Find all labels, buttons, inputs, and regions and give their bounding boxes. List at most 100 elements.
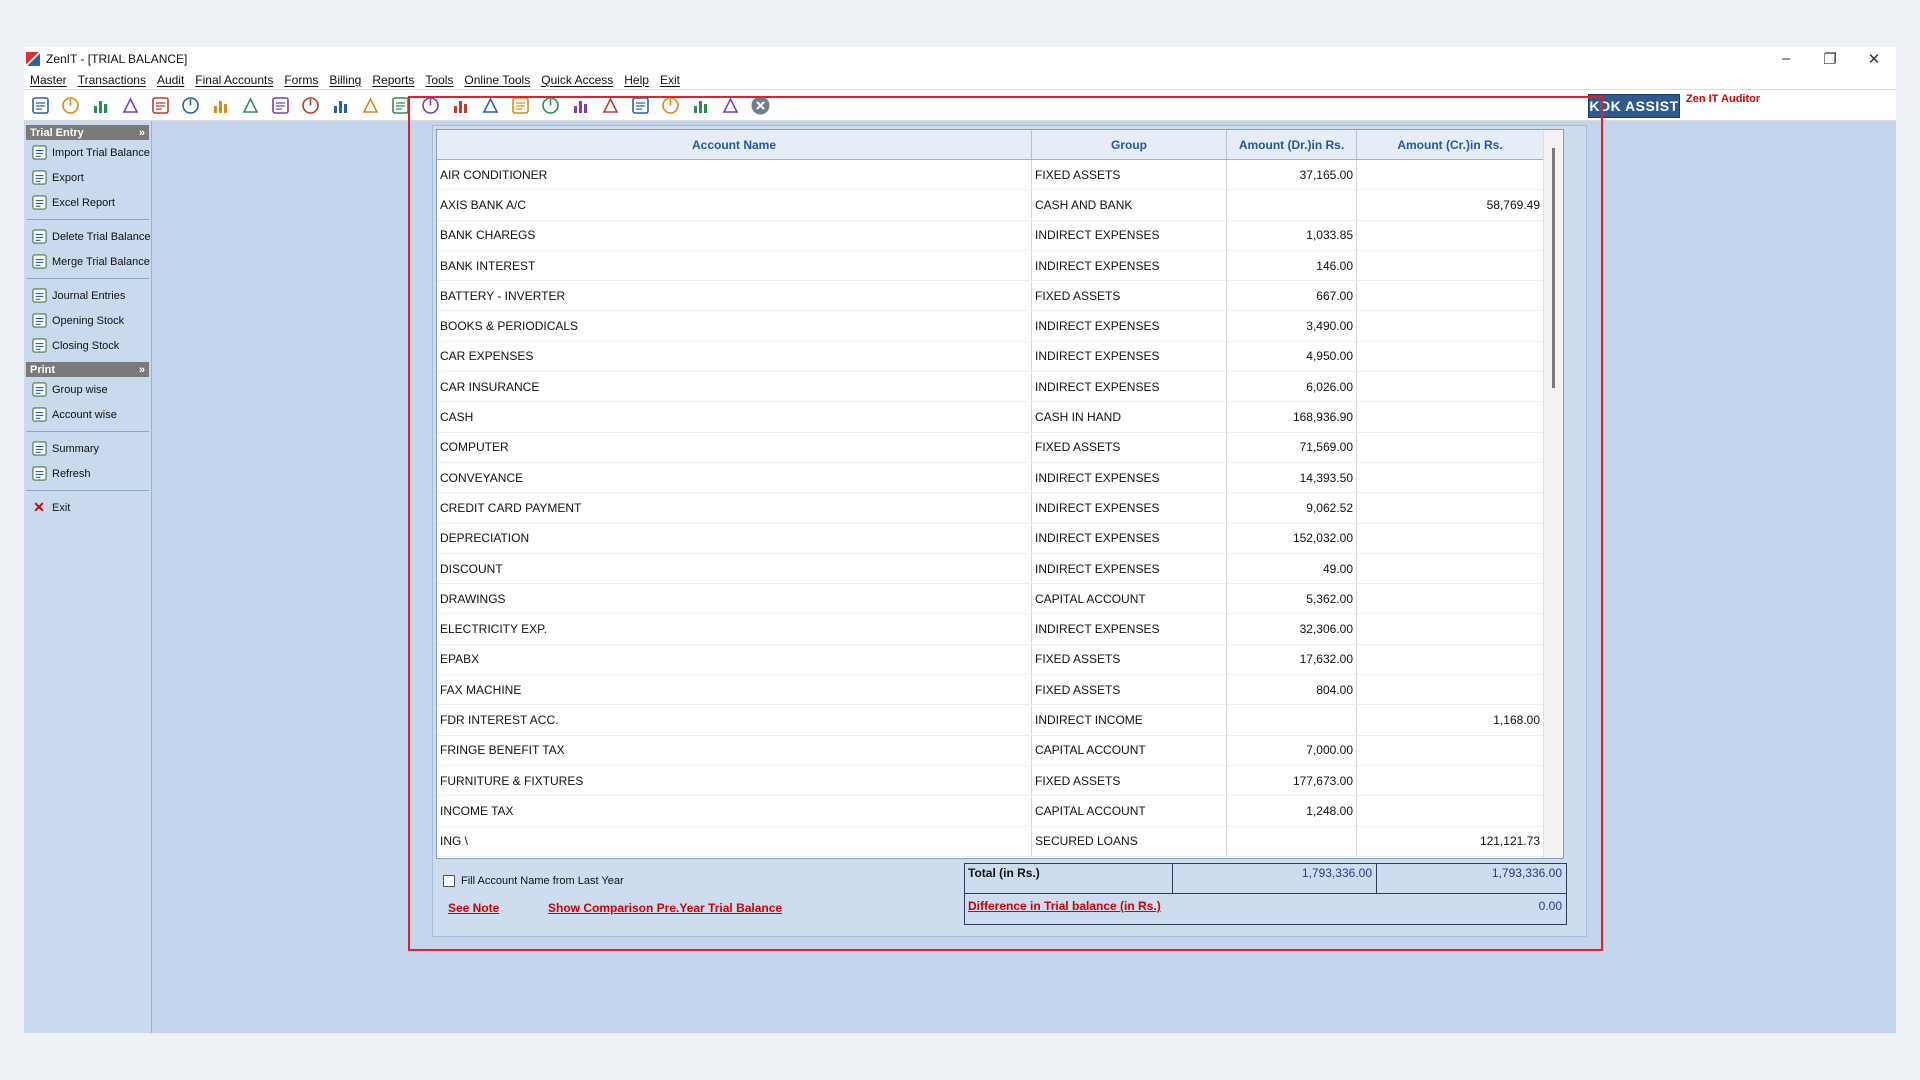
sidebar-item-excel-report[interactable]: Excel Report	[24, 190, 151, 215]
group-cell[interactable]: INDIRECT EXPENSES	[1032, 311, 1227, 341]
group-cell[interactable]: CAPITAL ACCOUNT	[1032, 735, 1227, 765]
menu-billing[interactable]: Billing	[329, 73, 361, 87]
table-row[interactable]: EPABX FIXED ASSETS 17,632.00	[437, 644, 1563, 676]
users-icon[interactable]	[178, 93, 202, 117]
debit-amount-cell[interactable]: 9,062.52	[1227, 493, 1357, 523]
group-cell[interactable]: CASH AND BANK	[1032, 190, 1227, 220]
account-name-cell[interactable]: ELECTRICITY EXP.	[437, 614, 1032, 644]
sidebar-item-delete-trial-balance[interactable]: Delete Trial Balance	[24, 224, 151, 249]
account-name-cell[interactable]: CAR EXPENSES	[437, 341, 1032, 372]
credit-amount-cell[interactable]	[1357, 735, 1544, 765]
sidebar-item-summary[interactable]: Summary	[24, 436, 151, 461]
debit-amount-cell[interactable]	[1227, 190, 1357, 220]
credit-amount-cell[interactable]	[1357, 493, 1544, 523]
credit-amount-cell[interactable]	[1357, 402, 1544, 432]
group-cell[interactable]: INDIRECT EXPENSES	[1032, 614, 1227, 644]
account-name-cell[interactable]: CASH	[437, 402, 1032, 432]
group-cell[interactable]: INDIRECT EXPENSES	[1032, 372, 1227, 402]
sidebar-item-group-wise[interactable]: Group wise	[24, 377, 151, 402]
account-name-cell[interactable]: DISCOUNT	[437, 553, 1032, 584]
table-row[interactable]: INCOME TAX CAPITAL ACCOUNT 1,248.00	[437, 796, 1563, 827]
building-icon[interactable]	[88, 93, 112, 117]
see-note-link[interactable]: See Note	[448, 901, 499, 915]
account-name-cell[interactable]: AXIS BANK A/C	[437, 190, 1032, 220]
group-cell[interactable]: FIXED ASSETS	[1032, 765, 1227, 796]
group-cell[interactable]: INDIRECT EXPENSES	[1032, 493, 1227, 523]
table-row[interactable]: DEPRECIATION INDIRECT EXPENSES 152,032.00	[437, 523, 1563, 554]
group-cell[interactable]: INDIRECT EXPENSES	[1032, 341, 1227, 372]
credit-amount-cell[interactable]: 121,121.73	[1357, 826, 1544, 856]
debit-amount-cell[interactable]	[1227, 705, 1357, 735]
debit-amount-cell[interactable]: 14,393.50	[1227, 462, 1357, 493]
debit-amount-cell[interactable]: 3,490.00	[1227, 311, 1357, 341]
difference-link[interactable]: Difference in Trial balance (in Rs.)	[968, 899, 1161, 913]
sidebar-item-merge-trial-balance[interactable]: Merge Trial Balance	[24, 249, 151, 274]
debit-amount-cell[interactable]: 667.00	[1227, 281, 1357, 311]
table-row[interactable]: AXIS BANK A/C CASH AND BANK 58,769.49	[437, 190, 1563, 221]
debit-amount-cell[interactable]: 1,033.85	[1227, 220, 1357, 250]
group-cell[interactable]: FIXED ASSETS	[1032, 160, 1227, 190]
credit-amount-cell[interactable]	[1357, 311, 1544, 341]
sidebar-item-refresh[interactable]: Refresh	[24, 461, 151, 486]
bar-chart-icon[interactable]	[118, 93, 142, 117]
credit-amount-cell[interactable]: 58,769.49	[1357, 190, 1544, 220]
table-row[interactable]: ELECTRICITY EXP. INDIRECT EXPENSES 32,306.…	[437, 614, 1563, 645]
debit-amount-cell[interactable]: 146.00	[1227, 250, 1357, 281]
table-row[interactable]: COMPUTER FIXED ASSETS 71,569.00	[437, 432, 1563, 463]
table-row[interactable]: BOOKS & PERIODICALS INDIRECT EXPENSES 3,49…	[437, 311, 1563, 342]
calculator-icon[interactable]	[328, 93, 352, 117]
account-name-cell[interactable]: CONVEYANCE	[437, 462, 1032, 493]
sidebar-item-opening-stock[interactable]: Opening Stock	[24, 308, 151, 333]
account-name-cell[interactable]: BANK CHAREGS	[437, 220, 1032, 250]
table-row[interactable]: CONVEYANCE INDIRECT EXPENSES 14,393.50	[437, 462, 1563, 494]
group-cell[interactable]: CAPITAL ACCOUNT	[1032, 584, 1227, 614]
table-row[interactable]: BANK CHAREGS INDIRECT EXPENSES 1,033.85	[437, 220, 1563, 251]
scrollbar-thumb[interactable]	[1552, 148, 1555, 388]
table-row[interactable]: FAX MACHINE FIXED ASSETS 804.00	[437, 675, 1563, 706]
tag-icon[interactable]	[208, 93, 232, 117]
credit-amount-cell[interactable]	[1357, 250, 1544, 281]
account-name-cell[interactable]: BANK INTEREST	[437, 250, 1032, 281]
table-row[interactable]: FDR INTEREST ACC. INDIRECT INCOME 1,168.00	[437, 705, 1563, 736]
account-name-cell[interactable]: DRAWINGS	[437, 584, 1032, 614]
credit-amount-cell[interactable]	[1357, 765, 1544, 796]
debit-amount-cell[interactable]: 804.00	[1227, 675, 1357, 705]
trial-balance-grid[interactable]: Account Name Group Amount (Dr.)in Rs. Am…	[436, 129, 1564, 859]
sidebar-item-export[interactable]: Export	[24, 165, 151, 190]
account-name-cell[interactable]: DEPRECIATION	[437, 523, 1032, 553]
debit-amount-cell[interactable]: 6,026.00	[1227, 372, 1357, 402]
debit-amount-cell[interactable]: 152,032.00	[1227, 523, 1357, 553]
table-row[interactable]: FRINGE BENEFIT TAX CAPITAL ACCOUNT 7,000.0…	[437, 735, 1563, 766]
account-name-cell[interactable]: FDR INTEREST ACC.	[437, 705, 1032, 735]
account-name-cell[interactable]: ING \	[437, 826, 1032, 856]
table-row[interactable]: CREDIT CARD PAYMENT INDIRECT EXPENSES 9,06…	[437, 493, 1563, 524]
credit-amount-cell[interactable]	[1357, 160, 1544, 190]
group-cell[interactable]: CASH IN HAND	[1032, 402, 1227, 432]
menu-master[interactable]: Master	[30, 73, 67, 87]
fill-account-name-option[interactable]: Fill Account Name from Last Year	[443, 875, 624, 887]
debit-amount-cell[interactable]: 17,632.00	[1227, 644, 1357, 675]
group-cell[interactable]: SECURED LOANS	[1032, 826, 1227, 856]
table-row[interactable]: ING \ SECURED LOANS 121,121.73	[437, 826, 1563, 857]
credit-amount-cell[interactable]	[1357, 220, 1544, 250]
table-row[interactable]: BATTERY - INVERTER FIXED ASSETS 667.00	[437, 281, 1563, 312]
menu-reports[interactable]: Reports	[372, 73, 414, 87]
group-cell[interactable]: INDIRECT EXPENSES	[1032, 553, 1227, 584]
table-row[interactable]: FURNITURE & FIXTURES FIXED ASSETS 177,673.…	[437, 765, 1563, 797]
menu-transactions[interactable]: Transactions	[78, 73, 146, 87]
menu-quick-access[interactable]: Quick Access	[541, 73, 613, 87]
credit-amount-cell[interactable]	[1357, 644, 1544, 675]
table-row[interactable]: DISCOUNT INDIRECT EXPENSES 49.00	[437, 553, 1563, 585]
column-header-credit[interactable]: Amount (Cr.)in Rs.	[1357, 130, 1544, 159]
trial-entry-header[interactable]: Trial Entry »	[26, 125, 149, 140]
eye-icon[interactable]	[298, 93, 322, 117]
filter-icon[interactable]	[238, 93, 262, 117]
debit-amount-cell[interactable]: 7,000.00	[1227, 735, 1357, 765]
close-window-button[interactable]: ✕	[1852, 47, 1896, 70]
group-cell[interactable]: INDIRECT EXPENSES	[1032, 250, 1227, 281]
group-cell[interactable]: CAPITAL ACCOUNT	[1032, 796, 1227, 826]
credit-amount-cell[interactable]	[1357, 523, 1544, 553]
credit-amount-cell[interactable]	[1357, 372, 1544, 402]
account-name-cell[interactable]: CREDIT CARD PAYMENT	[437, 493, 1032, 523]
debit-amount-cell[interactable]: 168,936.90	[1227, 402, 1357, 432]
